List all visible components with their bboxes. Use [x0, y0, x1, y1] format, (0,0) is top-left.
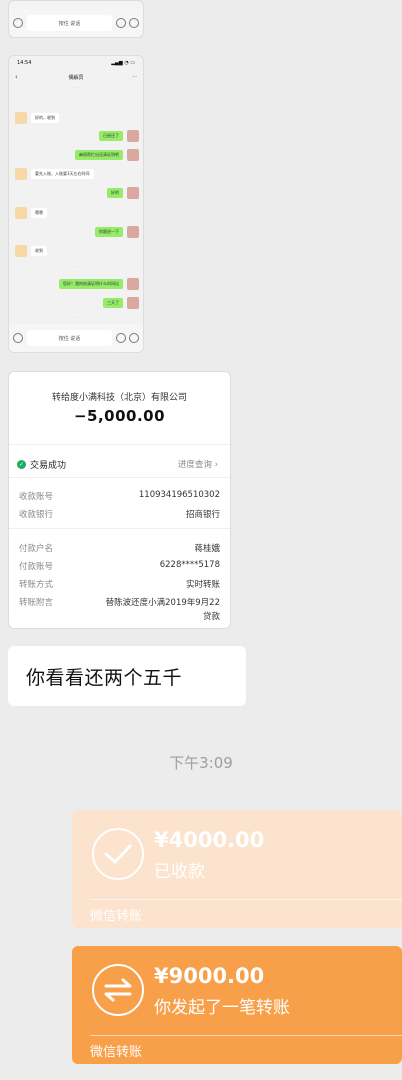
receipt-label: 转账方式	[19, 580, 54, 590]
mini-nav-bar: ‹ 偶解员 ···	[9, 70, 143, 84]
receipt-value: 实时转账	[185, 580, 220, 590]
transfer-amount: ¥9000.00	[154, 964, 265, 988]
mini-time-divider: · · · · ·	[70, 316, 81, 320]
receipt-payee: 转给度小满科技（北京）有限公司	[51, 393, 187, 403]
mini-message: 好的，收到	[15, 112, 59, 124]
mini-time-divider: · · · · ·	[70, 86, 81, 90]
mini-message: 嗯嗯	[15, 207, 47, 219]
transfer-status: 你发起了一笔转账	[154, 998, 290, 1018]
mini-message: 三天了	[103, 297, 139, 309]
divider	[9, 444, 230, 445]
avatar	[127, 297, 139, 309]
mini-bubble: 好的，收到	[31, 113, 59, 123]
mini-bubble: 要先入账，入账要3天左右时间	[31, 169, 94, 179]
transfer-card-received[interactable]: ¥4000.00 已收款 微信转账	[72, 810, 402, 928]
plus-icon	[129, 333, 139, 343]
timestamp: 下午3:09	[169, 754, 233, 772]
mini-message: 你跟进一下	[95, 226, 139, 238]
voice-icon	[13, 18, 23, 28]
transfer-footer: 微信转账	[90, 909, 143, 924]
avatar	[127, 187, 139, 199]
receipt-value: 替陈波还度小满2019年9月22	[105, 598, 220, 608]
receipt-value: 6228****5178	[159, 560, 220, 570]
avatar	[127, 149, 139, 161]
mini-message: 好的	[107, 187, 139, 199]
mini-input-bar: 按住 说话	[9, 9, 143, 37]
receipt-label: 收款银行	[19, 510, 54, 520]
success-check-icon: ✓	[17, 460, 26, 469]
mini-bubble: 收到	[31, 246, 47, 256]
divider	[90, 899, 402, 900]
transfer-card-sent[interactable]: ¥9000.00 你发起了一笔转账 微信转账	[72, 946, 402, 1064]
mini-bubble: 好的	[107, 188, 123, 198]
mini-message: 要先入账，入账要3天左右时间	[15, 168, 94, 180]
divider	[9, 528, 230, 529]
receipt-label: 转账附言	[19, 598, 54, 608]
avatar	[15, 207, 27, 219]
receipt-label: 收款账号	[19, 492, 54, 502]
mini-message: 收到	[15, 245, 47, 257]
avatar	[15, 168, 27, 180]
receipt-label: 付款账号	[19, 562, 54, 572]
mini-hold-to-talk: 按住 说话	[27, 330, 112, 346]
mini-bubble: 嗯嗯	[31, 208, 47, 218]
avatar	[127, 278, 139, 290]
more-icon: ···	[132, 74, 137, 80]
mini-signal-icon: ▂▄▆ ◔ ▭	[111, 60, 135, 66]
mini-bubble: 你跟进一下	[95, 227, 123, 237]
progress-query-link: 进度查询 ›	[177, 460, 218, 470]
mini-status-time: 14:54	[17, 60, 32, 66]
avatar	[127, 130, 139, 142]
receipt-value: 110934196510302	[138, 490, 220, 500]
incoming-message-bubble[interactable]: 你看看还两个五千	[8, 646, 246, 706]
plus-icon	[129, 18, 139, 28]
mini-input-bar: 按住 说话	[9, 324, 143, 352]
chat-screenshot-image[interactable]: 14:54 ▂▄▆ ◔ ▭ ‹ 偶解员 ··· · · · · · 好的，收到 …	[8, 55, 144, 353]
chat-screenshot-image-top[interactable]: 按住 说话	[8, 0, 144, 38]
receipt-value: 蒋桂娥	[194, 544, 220, 554]
receipt-value: 招商银行	[185, 510, 220, 520]
emoji-icon	[116, 18, 126, 28]
receipt-label: 付款户名	[19, 544, 54, 554]
emoji-icon	[116, 333, 126, 343]
mini-bubble: 三天了	[103, 298, 123, 308]
mini-bubble: 您好！我的结清证明什么时间出	[59, 279, 123, 289]
transfer-amount: ¥4000.00	[154, 828, 265, 852]
receipt-value: 贷款	[202, 612, 220, 622]
voice-icon	[13, 333, 23, 343]
mini-time-divider: · · · · · · ·	[68, 265, 84, 269]
avatar	[15, 245, 27, 257]
mini-message: 您好！我的结清证明什么时间出	[59, 278, 139, 290]
avatar	[15, 112, 27, 124]
mini-bubble: 已经还了	[99, 131, 123, 141]
mini-hold-to-talk: 按住 说话	[27, 15, 112, 31]
divider	[9, 477, 230, 478]
transfer-status: 已收款	[154, 862, 205, 882]
transfer-arrows-icon	[92, 964, 144, 1016]
mini-bubble: 麻烦帮忙出还清证明吧	[75, 150, 123, 160]
check-icon	[92, 828, 144, 880]
receipt-status-label: 交易成功	[30, 461, 67, 471]
divider	[90, 1035, 402, 1036]
avatar	[127, 226, 139, 238]
mini-chat-title: 偶解员	[68, 74, 84, 81]
mini-message: 麻烦帮忙出还清证明吧	[75, 149, 139, 161]
transfer-receipt-image[interactable]: 转给度小满科技（北京）有限公司 −5,000.00 ✓ 交易成功 进度查询 › …	[8, 371, 231, 629]
mini-message: 已经还了	[99, 130, 139, 142]
back-icon: ‹	[15, 73, 18, 81]
receipt-amount: −5,000.00	[73, 407, 166, 425]
transfer-footer: 微信转账	[90, 1045, 143, 1060]
receipt-status: ✓ 交易成功	[17, 458, 66, 471]
